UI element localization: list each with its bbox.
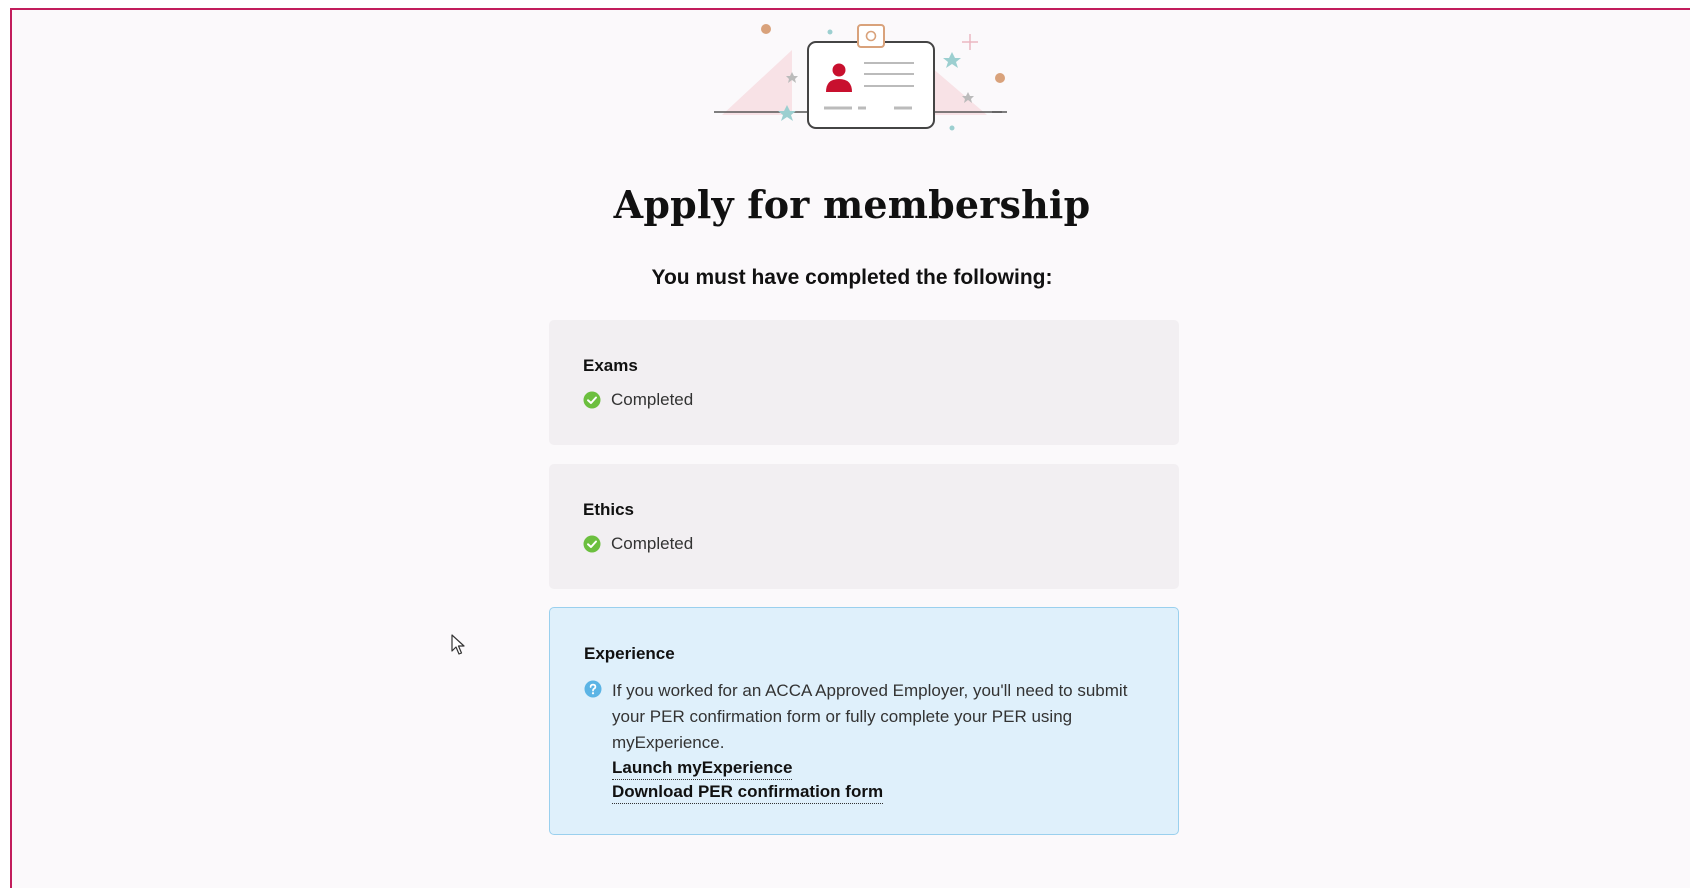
download-per-confirmation-form-link[interactable]: Download PER confirmation form	[612, 781, 884, 804]
page-frame: Apply for membership You must have compl…	[10, 8, 1690, 888]
mouse-cursor-icon	[451, 634, 465, 655]
experience-title: Experience	[584, 644, 675, 663]
ethics-status: Completed	[583, 534, 1145, 554]
experience-links: Launch myExperience Download PER confirm…	[612, 757, 1144, 804]
ethics-status-label: Completed	[611, 534, 694, 553]
check-circle-icon	[583, 535, 601, 553]
exams-status-label: Completed	[611, 390, 694, 409]
experience-info: If you worked for an ACCA Approved Emplo…	[584, 678, 1144, 756]
requirements-subtitle: You must have completed the following:	[651, 266, 1053, 289]
experience-requirement-card: Experience If you worked for an ACCA App…	[549, 607, 1179, 835]
check-circle-icon	[583, 391, 601, 409]
exams-title: Exams	[583, 356, 638, 375]
exams-status: Completed	[583, 390, 1145, 410]
exams-requirement-card: Exams Completed	[549, 320, 1179, 445]
experience-info-text: If you worked for an ACCA Approved Emplo…	[612, 681, 1128, 752]
ethics-requirement-card: Ethics Completed	[549, 464, 1179, 589]
page-title: Apply for membership	[613, 182, 1091, 227]
id-card-illustration	[714, 24, 1007, 131]
launch-myexperience-link[interactable]: Launch myExperience	[612, 757, 793, 780]
ethics-title: Ethics	[583, 500, 635, 519]
info-icon	[584, 680, 602, 698]
